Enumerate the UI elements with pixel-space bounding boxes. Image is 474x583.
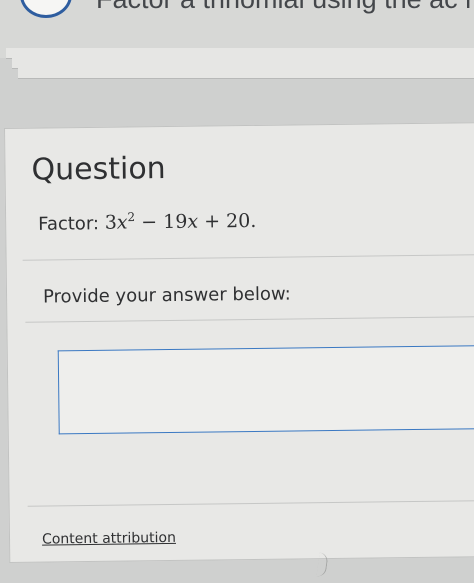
- question-card: Question Factor: 3x2 − 19x + 20. Provide…: [4, 122, 474, 563]
- operator-minus: −: [135, 211, 164, 234]
- variable-x: x: [187, 210, 199, 234]
- question-prompt: Factor: 3x2 − 19x + 20.: [38, 209, 256, 235]
- answer-input[interactable]: [57, 345, 474, 435]
- prompt-prefix: Factor:: [38, 213, 105, 235]
- period: .: [250, 210, 257, 233]
- section-divider: [22, 254, 474, 261]
- content-attribution-link[interactable]: Content attribution: [42, 530, 176, 548]
- coefficient-2: 19: [163, 211, 188, 234]
- coefficient-1: 3: [104, 211, 117, 235]
- variable-x: x: [116, 211, 128, 234]
- operator-plus: +: [197, 210, 227, 233]
- topic-title: Factor a trinomial using the ac method: [96, 0, 474, 15]
- topic-progress-icon: [20, 0, 72, 18]
- math-expression: 3x2 − 19x + 20.: [105, 210, 257, 234]
- constant-term: 20: [225, 210, 251, 233]
- question-heading: Question: [31, 151, 166, 188]
- answer-instruction: Provide your answer below:: [42, 283, 291, 308]
- stacked-card-edge: [18, 68, 474, 79]
